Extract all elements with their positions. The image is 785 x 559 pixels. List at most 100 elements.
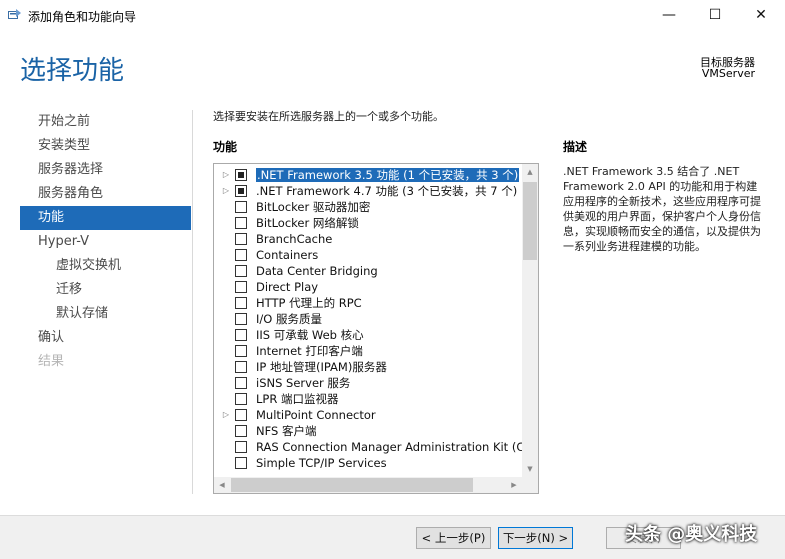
feature-label-text: Simple TCP/IP Services — [256, 456, 387, 470]
feature-checkbox[interactable] — [235, 409, 247, 421]
nav-item[interactable]: 功能 — [20, 206, 191, 230]
nav-item[interactable]: 默认存储 — [20, 302, 191, 326]
feature-row[interactable]: IP 地址管理(IPAM)服务器 — [214, 359, 522, 375]
vertical-scrollbar[interactable]: ▲ ▼ — [522, 164, 538, 477]
feature-row[interactable]: iSNS Server 服务 — [214, 375, 522, 391]
horizontal-scroll-thumb[interactable] — [231, 478, 473, 492]
horizontal-scrollbar[interactable]: ◀ ▶ — [214, 477, 522, 493]
feature-checkbox[interactable] — [235, 425, 247, 437]
feature-checkbox[interactable] — [235, 345, 247, 357]
feature-label: iSNS Server 服务 — [256, 375, 522, 391]
feature-row[interactable]: ▷ MultiPoint Connector — [214, 407, 522, 423]
feature-row[interactable]: Containers — [214, 247, 522, 263]
feature-row[interactable]: LPR 端口监视器 — [214, 391, 522, 407]
feature-label: NFS 客户端 — [256, 423, 522, 439]
nav-item: 结果 — [38, 354, 65, 369]
server-manager-icon — [8, 9, 21, 19]
feature-row[interactable]: IIS 可承载 Web 核心 — [214, 327, 522, 343]
feature-checkbox[interactable] — [235, 201, 247, 213]
watermark-text: 头条 @奥义科技 — [625, 524, 758, 545]
feature-row[interactable]: Simple TCP/IP Services — [214, 455, 522, 471]
feature-row[interactable]: BitLocker 网络解锁 — [214, 215, 522, 231]
feature-checkbox[interactable] — [235, 233, 247, 245]
expand-arrow-icon[interactable]: ▷ — [221, 183, 231, 199]
scroll-left-arrow-icon[interactable]: ◀ — [214, 477, 230, 493]
feature-checkbox[interactable] — [235, 313, 247, 325]
close-button[interactable]: ✕ — [738, 0, 784, 30]
feature-checkbox[interactable] — [235, 393, 247, 405]
feature-label-text: I/O 服务质量 — [256, 312, 322, 326]
feature-row[interactable]: RAS Connection Manager Administration Ki… — [214, 439, 522, 455]
feature-row[interactable]: Direct Play — [214, 279, 522, 295]
vertical-scroll-thumb[interactable] — [523, 182, 537, 260]
feature-row[interactable]: Internet 打印客户端 — [214, 343, 522, 359]
feature-label-text: .NET Framework 4.7 功能 (3 个已安装，共 7 个) — [256, 184, 518, 198]
features-list[interactable]: ▷ .NET Framework 3.5 功能 (1 个已安装，共 3 个) ▷ .N… — [213, 163, 539, 494]
expand-arrow-icon[interactable]: ▷ — [221, 167, 231, 183]
page-title: 选择功能 — [20, 56, 125, 86]
feature-row[interactable]: BranchCache — [214, 231, 522, 247]
feature-checkbox[interactable] — [235, 249, 247, 261]
expand-arrow-icon[interactable]: ▷ — [221, 407, 231, 423]
feature-label-text: iSNS Server 服务 — [256, 376, 351, 390]
maximize-button[interactable]: ☐ — [692, 0, 738, 30]
feature-label-text: BitLocker 驱动器加密 — [256, 200, 371, 214]
next-button[interactable]: 下一步(N) > — [498, 527, 573, 549]
feature-label: .NET Framework 4.7 功能 (3 个已安装，共 7 个) — [256, 183, 522, 199]
feature-checkbox[interactable] — [235, 377, 247, 389]
scrollbar-corner — [522, 477, 538, 493]
nav-item[interactable]: 安装类型 — [20, 134, 191, 158]
scroll-down-arrow-icon[interactable]: ▼ — [522, 461, 538, 477]
feature-label-text: NFS 客户端 — [256, 424, 317, 438]
feature-label: .NET Framework 3.5 功能 (1 个已安装，共 3 个) — [256, 167, 522, 183]
feature-checkbox[interactable] — [235, 217, 247, 229]
feature-label: Direct Play — [256, 279, 522, 295]
feature-label-text: LPR 端口监视器 — [256, 392, 339, 406]
scroll-right-arrow-icon[interactable]: ▶ — [506, 477, 522, 493]
feature-row[interactable]: ▷ .NET Framework 3.5 功能 (1 个已安装，共 3 个) — [214, 167, 522, 183]
feature-row[interactable]: Data Center Bridging — [214, 263, 522, 279]
nav-item[interactable]: Hyper-V — [20, 230, 191, 254]
feature-label-text: Containers — [256, 248, 319, 262]
nav-item[interactable]: 服务器角色 — [20, 182, 191, 206]
feature-checkbox[interactable] — [235, 281, 247, 293]
wizard-navigation: 开始之前 安装类型 服务器选择 服务器角色 功能 Hyper-V 虚拟交换机 迁移 默认存储 确认… — [20, 110, 191, 374]
feature-row[interactable]: NFS 客户端 — [214, 423, 522, 439]
feature-checkbox[interactable] — [235, 265, 247, 277]
feature-label-text: IP 地址管理(IPAM)服务器 — [256, 360, 387, 374]
scroll-up-arrow-icon[interactable]: ▲ — [522, 164, 538, 180]
previous-button[interactable]: < 上一步(P) — [416, 527, 491, 549]
nav-item[interactable]: 确认 — [20, 326, 191, 350]
nav-item[interactable]: 服务器选择 — [20, 158, 191, 182]
feature-checkbox[interactable] — [235, 457, 247, 469]
feature-checkbox[interactable] — [235, 329, 247, 341]
feature-checkbox[interactable] — [235, 297, 247, 309]
feature-label: IP 地址管理(IPAM)服务器 — [256, 359, 522, 375]
nav-item[interactable]: 迁移 — [20, 278, 191, 302]
feature-label: BitLocker 驱动器加密 — [256, 199, 522, 215]
feature-label-text: Data Center Bridging — [256, 264, 378, 278]
feature-checkbox[interactable] — [235, 361, 247, 373]
feature-checkbox[interactable] — [235, 185, 247, 197]
feature-label-text: MultiPoint Connector — [256, 408, 376, 422]
vertical-divider — [192, 110, 193, 494]
nav-item[interactable]: 开始之前 — [20, 110, 191, 134]
feature-row[interactable]: ▷ .NET Framework 4.7 功能 (3 个已安装，共 7 个) — [214, 183, 522, 199]
feature-label: MultiPoint Connector — [256, 407, 522, 423]
instruction-text: 选择要安装在所选服务器上的一个或多个功能。 — [213, 110, 444, 123]
minimize-button[interactable]: — — [646, 0, 692, 30]
description-heading: 描述 — [563, 140, 588, 154]
title-bar: 添加角色和功能向导 — ☐ ✕ — [0, 0, 785, 30]
feature-label: BranchCache — [256, 231, 522, 247]
feature-checkbox[interactable] — [235, 169, 247, 181]
feature-label: Containers — [256, 247, 522, 263]
nav-item[interactable]: 虚拟交换机 — [20, 254, 191, 278]
feature-row[interactable]: I/O 服务质量 — [214, 311, 522, 327]
feature-row[interactable]: HTTP 代理上的 RPC — [214, 295, 522, 311]
feature-label: RAS Connection Manager Administration Ki… — [256, 439, 522, 455]
feature-checkbox[interactable] — [235, 441, 247, 453]
feature-label-text: Internet 打印客户端 — [256, 344, 363, 358]
feature-row[interactable]: BitLocker 驱动器加密 — [214, 199, 522, 215]
feature-label-text: IIS 可承载 Web 核心 — [256, 328, 364, 342]
feature-label-text: Direct Play — [256, 280, 319, 294]
